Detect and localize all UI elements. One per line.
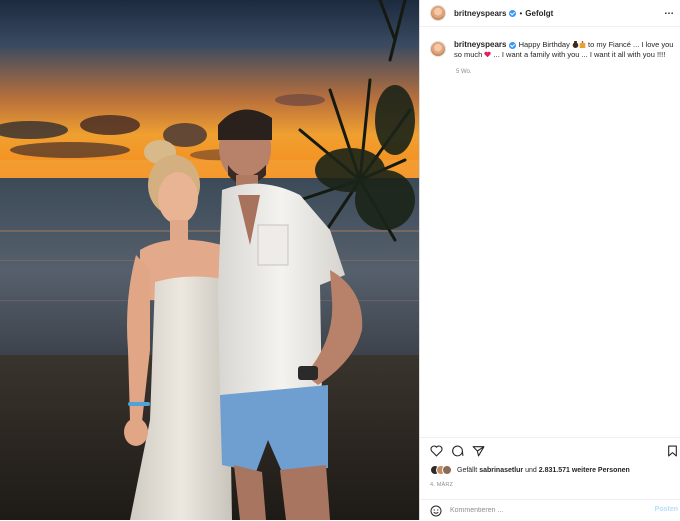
post-comment-button[interactable]: Posten (655, 506, 678, 513)
emoji-icon[interactable] (430, 505, 442, 517)
caption-avatar[interactable] (430, 41, 446, 57)
caption-part-1: Happy Birthday (518, 40, 570, 49)
post-photo[interactable] (0, 0, 419, 520)
instagram-post-view: britneyspears • Gefolgt … britneyspears … (0, 0, 680, 520)
follow-status-button[interactable]: Gefolgt (525, 9, 553, 18)
post-date[interactable]: 4. MÄRZ (430, 482, 453, 488)
author-username[interactable]: britneyspears (454, 9, 506, 18)
likes-prefix: Gefällt (457, 466, 478, 474)
bookmark-icon[interactable] (667, 445, 678, 457)
likes-connector: und (525, 466, 537, 474)
header-separator: • (519, 8, 523, 18)
birthday-hands-emoji-icon (572, 41, 579, 48)
likes-summary: Gefällt sabrinasetlur und 2.831.571 weit… (430, 465, 630, 475)
likes-count[interactable]: 2.831.571 weitere Personen (539, 467, 630, 474)
caption-block: britneyspears Happy Birthday to my Fianc… (430, 40, 674, 60)
cake-emoji-icon (579, 41, 586, 48)
share-icon[interactable] (472, 445, 485, 457)
comment-box: Posten (420, 499, 680, 521)
comment-icon[interactable] (451, 445, 464, 457)
caption-text: britneyspears Happy Birthday to my Fianc… (454, 40, 674, 60)
liker-username[interactable]: sabrinasetlur (479, 467, 523, 474)
more-icon[interactable]: … (664, 6, 674, 17)
caption-username[interactable]: britneyspears (454, 40, 506, 49)
post-side-panel: britneyspears • Gefolgt … britneyspears … (419, 0, 680, 520)
post-header: britneyspears • Gefolgt … (420, 0, 680, 27)
post-image (0, 0, 419, 520)
author-avatar[interactable] (430, 5, 446, 21)
liker-avatar (442, 465, 452, 475)
action-bar (420, 437, 680, 464)
comment-input[interactable] (450, 505, 640, 516)
caption-part-3: ... I want a family with you ... I want … (493, 50, 666, 59)
heart-emoji-icon (484, 51, 492, 58)
caption-time[interactable]: 5 Wo. (456, 69, 472, 75)
heart-icon[interactable] (430, 445, 443, 457)
verified-icon (509, 41, 517, 49)
verified-icon (509, 9, 517, 17)
